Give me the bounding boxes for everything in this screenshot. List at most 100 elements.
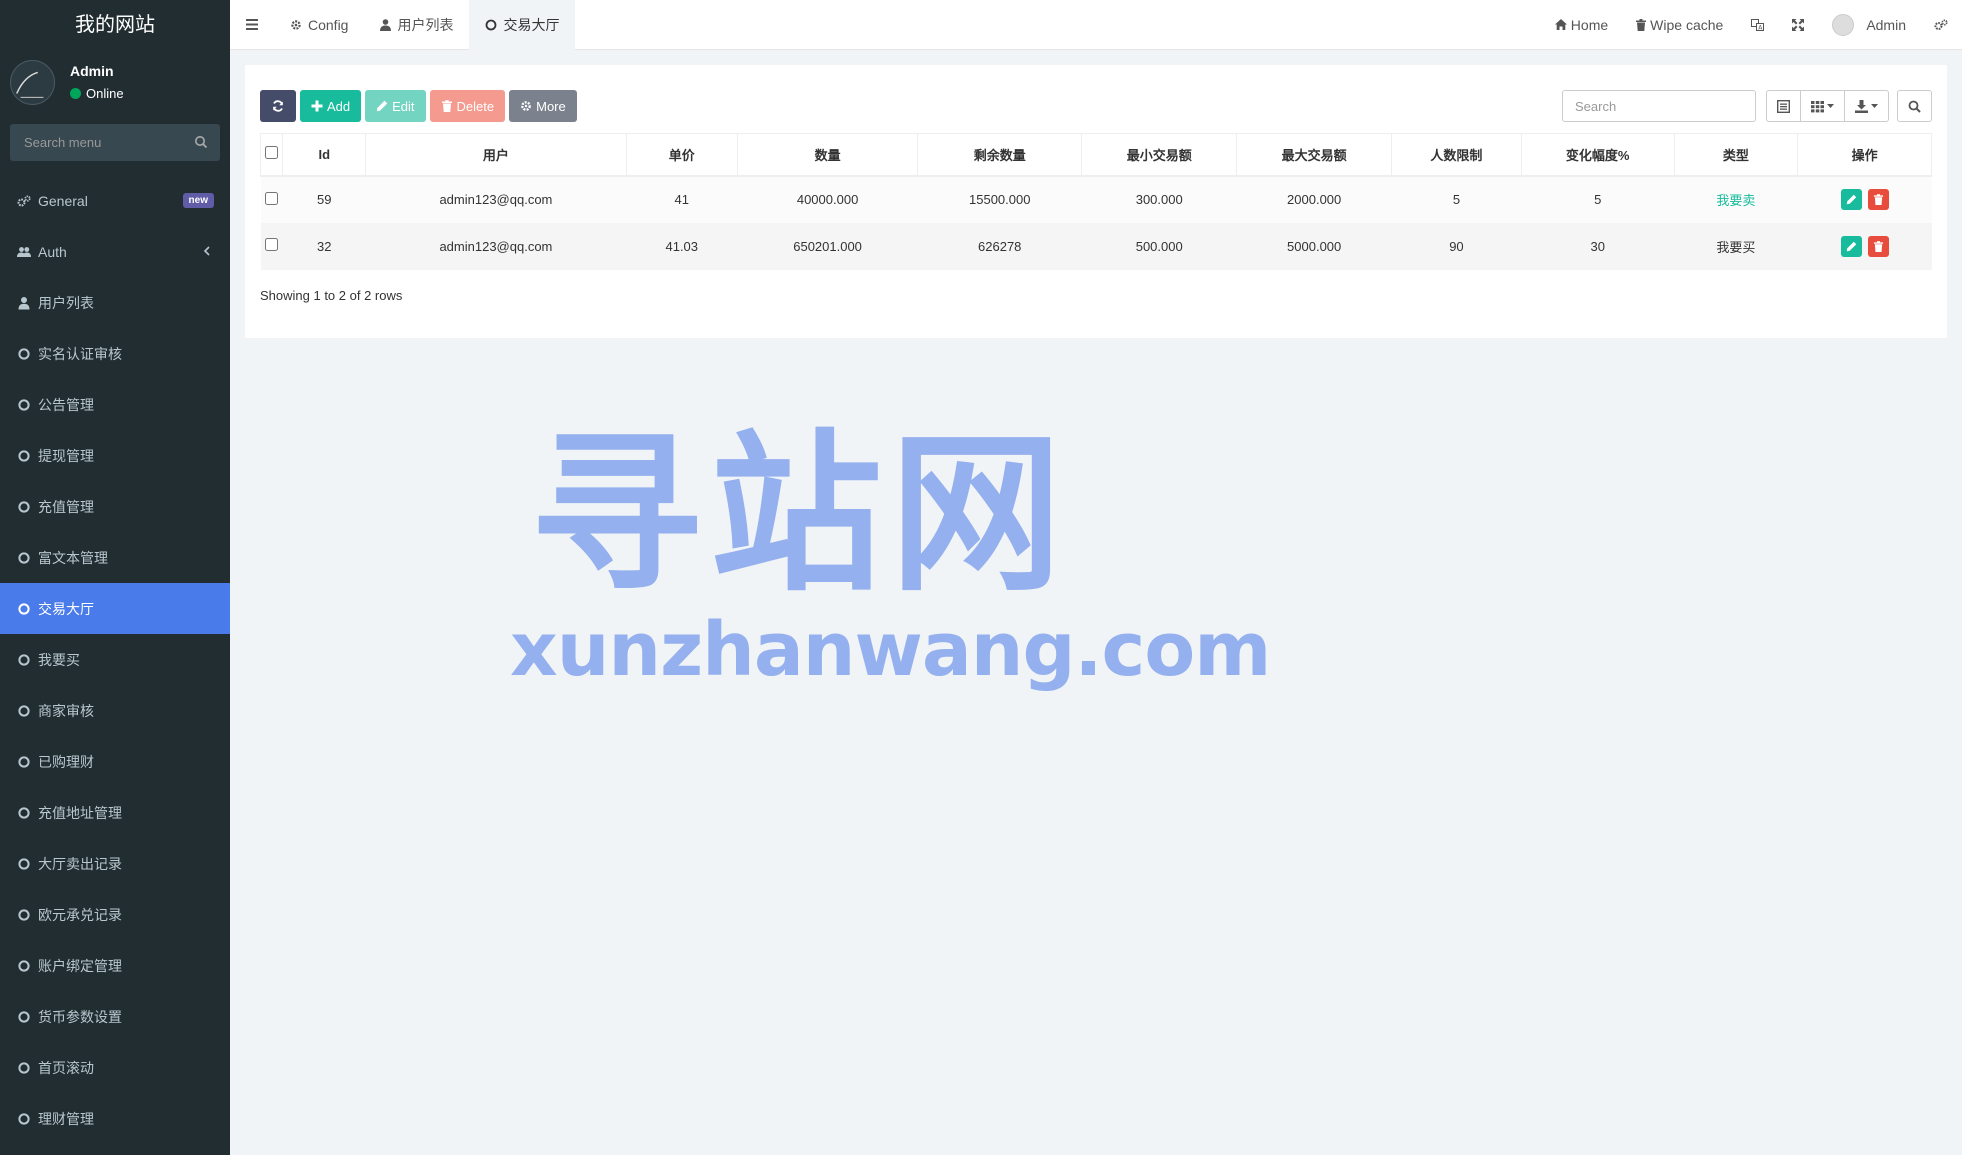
cell-min: 300.000	[1081, 175, 1237, 223]
tab-trading-hall[interactable]: 交易大厅	[469, 0, 576, 50]
table-search-input[interactable]	[1562, 90, 1756, 122]
sidebar-item[interactable]: 大厅卖出记录	[0, 838, 230, 889]
row-edit-button[interactable]	[1841, 189, 1863, 210]
trade-table: Id 用户 单价 数量 剩余数量 最小交易额 最大交易额 人数限制 变化幅度% …	[259, 133, 1932, 270]
sidebar-item[interactable]: 充值地址管理	[0, 787, 230, 838]
sidebar-item[interactable]: 实名认证审核	[0, 328, 230, 379]
circle-icon	[17, 500, 31, 514]
pencil-icon	[1846, 194, 1857, 205]
circle-icon	[17, 857, 31, 871]
edit-button-label: Edit	[392, 98, 415, 114]
columns-button[interactable]	[1800, 90, 1845, 122]
row-edit-button[interactable]	[1841, 235, 1863, 257]
sidebar-item[interactable]: 提现管理	[0, 430, 230, 481]
cell-actions	[1797, 222, 1932, 270]
table-header-row: Id 用户 单价 数量 剩余数量 最小交易额 最大交易额 人数限制 变化幅度% …	[259, 133, 1932, 177]
users-icon	[17, 245, 31, 259]
sidebar-item[interactable]: 已购理财	[0, 736, 230, 787]
control-sidebar-toggle[interactable]	[1920, 0, 1962, 50]
cogs-icon	[1934, 18, 1948, 30]
circle-icon	[17, 653, 31, 667]
sidebar-item[interactable]: 理财管理	[0, 1093, 230, 1144]
add-button[interactable]: Add	[300, 90, 362, 122]
admin-menu[interactable]: Admin	[1818, 0, 1920, 50]
admin-avatar	[1832, 13, 1855, 36]
content-panel: Add Edit Delete More Search Id 用户 单价 数量 …	[245, 65, 1947, 338]
sidebar-item[interactable]: 富文本管理	[0, 532, 230, 583]
trash-icon	[1636, 18, 1647, 31]
sidebar-menu: General new Auth 用户列表实名认证审核 公告管理提现管理充值管理富文本管…	[0, 175, 230, 1144]
circle-icon	[17, 551, 31, 565]
admin-label: Admin	[1866, 16, 1906, 33]
toggle-view-button[interactable]	[1766, 90, 1801, 122]
sidebar-item[interactable]: 账户绑定管理	[0, 940, 230, 991]
more-button-label: More	[536, 98, 566, 114]
sidebar-item[interactable]: 首页滚动	[0, 1042, 230, 1093]
sidebar-item-label: 用户列表	[38, 294, 94, 311]
sidebar-item[interactable]: 用户列表	[0, 277, 230, 328]
row-delete-button[interactable]	[1867, 235, 1889, 257]
circle-icon	[17, 1010, 31, 1024]
sidebar-item[interactable]: Auth	[0, 226, 230, 277]
sidebar-item[interactable]: 我要买	[0, 634, 230, 685]
advanced-search-button[interactable]	[1897, 90, 1932, 122]
row-checkbox[interactable]	[265, 191, 279, 205]
row-delete-button[interactable]	[1867, 189, 1889, 210]
fullscreen-button[interactable]	[1778, 0, 1818, 50]
wipe-cache-label: Wipe cache	[1650, 16, 1724, 33]
search-icon[interactable]	[194, 135, 208, 149]
sidebar-item-label: 充值管理	[38, 498, 94, 515]
sidebar-toggle[interactable]	[230, 0, 274, 50]
cell-type: 我要买	[1674, 222, 1798, 270]
column-header: 最小交易额	[1081, 133, 1238, 177]
sidebar-item-label: 提现管理	[38, 447, 94, 464]
cell-min: 500.000	[1081, 222, 1237, 270]
table-right-tools	[1562, 90, 1932, 122]
sidebar-item[interactable]: General new	[0, 175, 230, 226]
column-header: 人数限制	[1391, 133, 1522, 177]
sidebar-item[interactable]: 商家审核	[0, 685, 230, 736]
delete-button[interactable]: Delete	[429, 90, 506, 122]
row-select-cell	[260, 175, 283, 223]
cell-limit: 90	[1391, 222, 1522, 270]
language-switch[interactable]: A	[1737, 0, 1778, 50]
table-row[interactable]: 32 admin123@qq.com 41.03 650201.000 6262…	[260, 222, 1932, 270]
home-link[interactable]: Home	[1541, 0, 1622, 50]
sidebar-item[interactable]: 货币参数设置	[0, 991, 230, 1042]
wipe-cache-link[interactable]: Wipe cache	[1622, 0, 1737, 50]
sidebar-item[interactable]: 公告管理	[0, 379, 230, 430]
site-logo[interactable]: 我的网站	[0, 0, 230, 50]
cell-quantity: 40000.000	[737, 175, 918, 223]
column-header[interactable]: Id	[282, 133, 367, 177]
cell-remaining: 626278	[917, 222, 1082, 270]
sidebar-item[interactable]: 欧元承兑记录	[0, 889, 230, 940]
more-button[interactable]: More	[509, 90, 577, 122]
pencil-icon	[1846, 241, 1857, 251]
sidebar-item[interactable]: 充值管理	[0, 481, 230, 532]
refresh-button[interactable]	[260, 90, 296, 122]
select-all-checkbox[interactable]	[265, 146, 279, 160]
sidebar-item-label: 账户绑定管理	[38, 957, 122, 974]
sidebar-item[interactable]: 交易大厅	[0, 583, 230, 634]
user-panel: Admin Online	[0, 50, 230, 118]
tab-config[interactable]: Config	[274, 0, 364, 50]
sidebar-item-label: 大厅卖出记录	[38, 855, 122, 872]
row-checkbox[interactable]	[265, 238, 279, 251]
circle-icon	[17, 704, 31, 718]
sidebar-item-label: 首页滚动	[38, 1059, 94, 1076]
search-icon	[1908, 100, 1921, 113]
column-header: 数量	[736, 133, 919, 177]
row-select-cell	[260, 222, 283, 270]
export-button[interactable]	[1844, 90, 1889, 122]
menu-search-input[interactable]	[10, 124, 220, 161]
watermark-en: xunzhanwang.com	[510, 607, 1271, 693]
column-header: 最大交易额	[1236, 133, 1393, 177]
sidebar-item-label: 我要买	[38, 651, 80, 668]
table-row[interactable]: 59 admin123@qq.com 41 40000.000 15500.00…	[260, 175, 1932, 223]
sidebar-item-label: 商家审核	[38, 702, 94, 719]
menu-search	[10, 124, 220, 161]
sidebar-item-label: 欧元承兑记录	[38, 906, 122, 923]
tab-user-list[interactable]: 用户列表	[364, 0, 469, 50]
delete-button-label: Delete	[456, 98, 495, 114]
edit-button[interactable]: Edit	[365, 90, 426, 122]
